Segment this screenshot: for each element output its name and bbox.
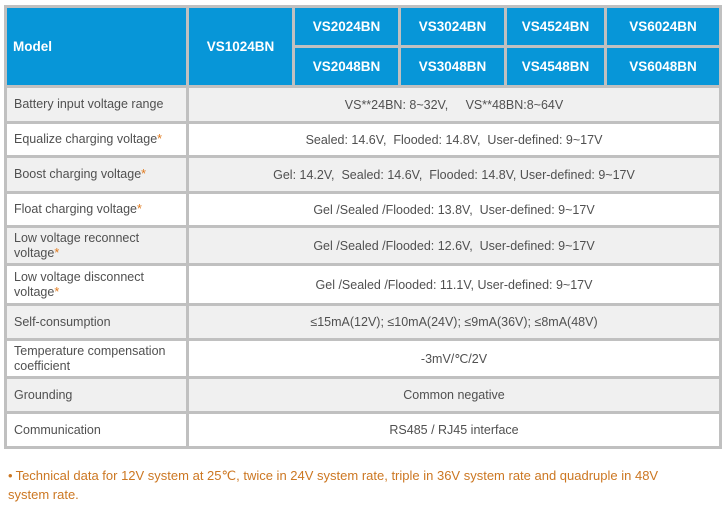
model-24v-4: VS6024BN bbox=[604, 5, 722, 48]
row-label-text: Low voltage disconnect voltage bbox=[14, 269, 144, 299]
footnote: • Technical data for 12V system at 25℃, t… bbox=[8, 466, 698, 504]
row-value: Gel /Sealed /Flooded: 11.1V, User-define… bbox=[186, 263, 722, 306]
model-48v-2: VS3048BN bbox=[398, 45, 507, 88]
row-value: Gel /Sealed /Flooded: 13.8V, User-define… bbox=[186, 191, 722, 228]
footnote-star: * bbox=[54, 245, 60, 260]
row-label-text: Float charging voltage bbox=[14, 202, 137, 216]
row-label-text: Battery input voltage range bbox=[14, 97, 164, 111]
row-value: -3mV/℃/2V bbox=[186, 338, 722, 379]
row-label: Communication bbox=[4, 411, 189, 449]
bullet-icon: • bbox=[8, 468, 13, 483]
row-label: Low voltage disconnect voltage* bbox=[4, 263, 189, 306]
row-label-text: Self-consumption bbox=[14, 314, 111, 329]
row-value: ≤15mA(12V); ≤10mA(24V); ≤9mA(36V); ≤8mA(… bbox=[186, 303, 722, 341]
model-48v-4: VS6048BN bbox=[604, 45, 722, 88]
header-row-24v: Model VS1024BN VS2024BN VS3024BN VS4524B… bbox=[4, 5, 722, 88]
table-row: Float charging voltage* Gel /Sealed /Flo… bbox=[4, 191, 722, 228]
row-value: VS**24BN: 8~32V, VS**48BN:8~64V bbox=[186, 85, 722, 124]
row-label-text: Equalize charging voltage bbox=[14, 132, 158, 146]
model-24v-1: VS2024BN bbox=[292, 5, 401, 48]
row-label-text: Temperature compensation coefficient bbox=[14, 343, 166, 373]
model-vs1024bn: VS1024BN bbox=[186, 5, 295, 88]
row-label-text: Low voltage reconnect voltage bbox=[14, 230, 140, 260]
row-value: Gel /Sealed /Flooded: 12.6V, User-define… bbox=[186, 225, 722, 266]
table-row: Battery input voltage range VS**24BN: 8~… bbox=[4, 85, 722, 124]
table-row: Low voltage disconnect voltage* Gel /Sea… bbox=[4, 263, 722, 306]
table-row: Self-consumption ≤15mA(12V); ≤10mA(24V);… bbox=[4, 303, 722, 341]
model-24v-3: VS4524BN bbox=[504, 5, 607, 48]
model-24v-2: VS3024BN bbox=[398, 5, 507, 48]
row-label: Self-consumption bbox=[4, 303, 189, 341]
spec-table: Model VS1024BN VS2024BN VS3024BN VS4524B… bbox=[4, 5, 722, 449]
row-value: Sealed: 14.6V, Flooded: 14.8V, User-defi… bbox=[186, 121, 722, 158]
footnote-star: * bbox=[137, 202, 142, 216]
row-value: Gel: 14.2V, Sealed: 14.6V, Flooded: 14.8… bbox=[186, 155, 722, 194]
table-row: Temperature compensation coefficient -3m… bbox=[4, 338, 722, 379]
row-label: Battery input voltage range bbox=[4, 85, 189, 124]
row-value: RS485 / RJ45 interface bbox=[186, 411, 722, 449]
table-row: Low voltage reconnect voltage* Gel /Seal… bbox=[4, 225, 722, 266]
row-label: Grounding bbox=[4, 376, 189, 414]
table-row: Grounding Common negative bbox=[4, 376, 722, 414]
row-label-text: Grounding bbox=[14, 387, 73, 402]
row-label-text: Communication bbox=[14, 422, 101, 437]
row-label: Low voltage reconnect voltage* bbox=[4, 225, 189, 266]
row-value: Common negative bbox=[186, 376, 722, 414]
footnote-star: * bbox=[54, 284, 60, 299]
row-label: Equalize charging voltage* bbox=[4, 121, 189, 158]
row-label: Float charging voltage* bbox=[4, 191, 189, 228]
table-row: Communication RS485 / RJ45 interface bbox=[4, 411, 722, 449]
footnote-star: * bbox=[141, 167, 147, 181]
footnote-text: Technical data for 12V system at 25℃, tw… bbox=[8, 468, 659, 502]
table-row: Equalize charging voltage* Sealed: 14.6V… bbox=[4, 121, 722, 158]
row-label-text: Boost charging voltage bbox=[14, 167, 142, 181]
row-label: Temperature compensation coefficient bbox=[4, 338, 189, 379]
footnote-star: * bbox=[157, 132, 163, 146]
model-48v-3: VS4548BN bbox=[504, 45, 607, 88]
row-label: Boost charging voltage* bbox=[4, 155, 189, 194]
table-row: Boost charging voltage* Gel: 14.2V, Seal… bbox=[4, 155, 722, 194]
model-header: Model bbox=[4, 5, 189, 88]
model-48v-1: VS2048BN bbox=[292, 45, 401, 88]
